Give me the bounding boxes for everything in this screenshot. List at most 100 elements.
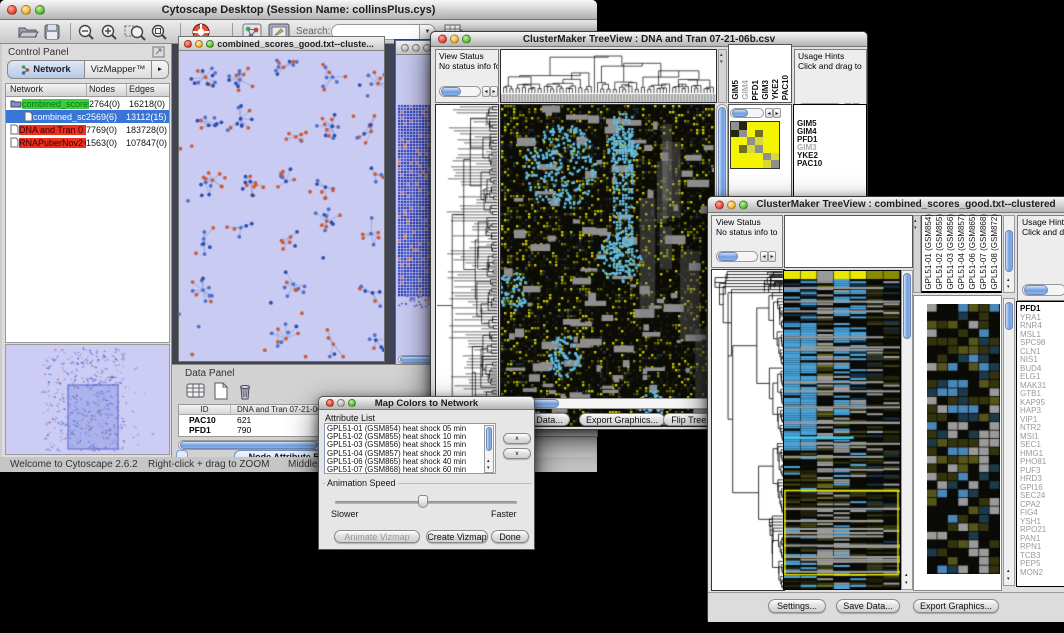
matrix-cell[interactable] (747, 145, 755, 153)
minimize-icon[interactable] (21, 5, 31, 15)
tv1-gene-tree-panel[interactable] (435, 104, 499, 427)
tv1-matrix-scroll-arrows[interactable]: ◂▸ (765, 108, 781, 118)
matrix-cell[interactable] (739, 153, 747, 161)
matrix-cell[interactable] (763, 122, 771, 130)
matrix-cell[interactable] (755, 145, 763, 153)
matrix-cell[interactable] (747, 130, 755, 138)
close-icon[interactable] (184, 40, 192, 48)
matrix-cell[interactable] (771, 122, 779, 130)
tv1-array-tree-panel[interactable] (500, 49, 717, 103)
dialog-titlebar[interactable]: Map Colors to Network (319, 397, 534, 410)
matrix-cell[interactable] (739, 145, 747, 153)
tv1-status-scroll-arrows[interactable]: ◂▸ (482, 86, 498, 97)
matrix-cell[interactable] (771, 153, 779, 161)
tab-overflow-button[interactable]: ► (152, 60, 169, 79)
matrix-cell[interactable] (763, 145, 771, 153)
minimize-icon[interactable] (727, 200, 736, 209)
tv1-correlation-matrix[interactable] (730, 121, 780, 169)
close-icon[interactable] (401, 44, 409, 52)
main-titlebar[interactable]: Cytoscape Desktop (Session Name: collins… (0, 0, 597, 20)
slider-thumb[interactable] (418, 495, 428, 508)
matrix-cell[interactable] (771, 145, 779, 153)
attribute-list-vscrollbar[interactable]: ▴ ▾ (484, 425, 494, 473)
matrix-cell[interactable] (731, 130, 739, 138)
network-tree-row[interactable]: RNAPuberNov2+ 1563(0) 107847(0) (6, 136, 169, 149)
network-view-window-1[interactable]: combined_scores_good.txt--cluste... (178, 36, 385, 362)
zoom-icon[interactable] (35, 5, 45, 15)
zoom-out-icon[interactable] (77, 23, 96, 41)
matrix-cell[interactable] (747, 122, 755, 130)
matrix-cell[interactable] (763, 160, 771, 168)
matrix-cell[interactable] (763, 137, 771, 145)
zoom-selected-icon[interactable] (124, 23, 146, 41)
tv1-column-label[interactable]: GIM3 (761, 80, 770, 100)
tab-vizmapper[interactable]: VizMapper™ (85, 60, 152, 79)
matrix-cell[interactable] (731, 145, 739, 153)
tv2-gene-labels-panel[interactable]: PFD1YRA1RNR4MSL1SPC98CLN1NIS1BUD4ELG1MAK… (1016, 301, 1064, 587)
matrix-cell[interactable] (747, 153, 755, 161)
matrix-cell[interactable] (731, 160, 739, 168)
tv1-column-label[interactable]: PFD1 (751, 80, 760, 100)
minimize-icon[interactable] (412, 44, 420, 52)
zoom-icon[interactable] (462, 35, 471, 44)
network-list-header[interactable]: Network Nodes Edges (6, 84, 169, 97)
tv1-column-labels-panel[interactable]: GIM5GIM4PFD1GIM3YKE2PAC10 (728, 44, 792, 103)
matrix-cell[interactable] (763, 153, 771, 161)
tv1-matrix-hscrollbar[interactable] (730, 108, 764, 118)
window-controls[interactable] (326, 399, 356, 407)
tv2-gene-label[interactable]: MON2 (1020, 569, 1064, 578)
tv2-summary-heatmap[interactable] (927, 304, 1000, 574)
tv2-column-label[interactable]: GPL51-07 (GSM868) (979, 214, 988, 290)
attribute-list[interactable]: GPL51-01 (GSM854) heat shock 05 minGPL51… (324, 423, 496, 474)
tv2-column-label[interactable]: GPL51-01 (GSM854) (924, 214, 933, 290)
minimize-icon[interactable] (195, 40, 203, 48)
close-icon[interactable] (326, 399, 334, 407)
matrix-cell[interactable] (755, 153, 763, 161)
tv1-button-export-graphics-[interactable]: Export Graphics... (579, 413, 665, 426)
tv2-column-labels-panel[interactable]: GPL51-01 (GSM854)GPL51-02 (GSM855)GPL51-… (921, 215, 1002, 293)
matrix-cell[interactable] (731, 137, 739, 145)
minimize-icon[interactable] (337, 399, 345, 407)
move-up-button[interactable]: ∧ (503, 433, 531, 444)
tv2-gene-tree-panel[interactable] (711, 269, 785, 591)
network-overview-canvas[interactable] (6, 345, 169, 454)
tv1-column-label[interactable]: GIM4 (741, 80, 750, 100)
create-vizmap-button[interactable]: Create Vizmap (426, 530, 488, 543)
matrix-cell[interactable] (771, 137, 779, 145)
matrix-cell[interactable] (755, 160, 763, 168)
zoom-fit-icon[interactable] (150, 23, 169, 41)
save-data-button[interactable]: Save Data... (836, 599, 900, 613)
network-overview-panel[interactable] (5, 344, 170, 455)
tv2-status-scroll-arrows[interactable]: ◂▸ (760, 251, 776, 262)
settings-button[interactable]: Settings... (768, 599, 826, 613)
window-controls[interactable] (401, 44, 431, 52)
tv2-array-tree-panel[interactable] (784, 215, 913, 268)
matrix-cell[interactable] (739, 130, 747, 138)
attribute-list-item[interactable]: GPL51-07 (GSM868) heat shock 60 min (327, 466, 495, 474)
network-tree-row[interactable]: combined_sco 2569(6) 13112(15) (6, 110, 169, 123)
save-icon[interactable] (43, 23, 61, 41)
tv2-titlebar[interactable]: ClusterMaker TreeView : combined_scores_… (708, 197, 1064, 213)
animate-vizmap-button[interactable]: Animate Vizmap (334, 530, 420, 543)
close-icon[interactable] (7, 5, 17, 15)
tv2-column-label[interactable]: GPL51-03 (GSM856) (946, 214, 955, 290)
tv1-column-label[interactable]: YKE2 (771, 79, 780, 100)
tv1-status-hscrollbar[interactable] (439, 86, 481, 97)
network-tree-row[interactable]: DNA and Tran 0 7769(0) 183728(0) (6, 123, 169, 136)
matrix-cell[interactable] (739, 122, 747, 130)
matrix-cell[interactable] (771, 160, 779, 168)
matrix-cell[interactable] (731, 153, 739, 161)
matrix-cell[interactable] (747, 160, 755, 168)
tv1-column-label[interactable]: GIM5 (731, 80, 740, 100)
tv2-col-scroll-strip[interactable]: ▴ ▾ (913, 215, 921, 293)
matrix-cell[interactable] (731, 122, 739, 130)
zoom-icon[interactable] (739, 200, 748, 209)
table-icon[interactable] (186, 382, 206, 400)
col-id[interactable]: ID (179, 405, 231, 414)
window-controls[interactable] (715, 200, 748, 209)
trash-icon[interactable] (236, 382, 254, 400)
tv2-column-label[interactable]: GPL51-02 (GSM855) (935, 214, 944, 290)
tv2-heatmap-vscrollbar[interactable]: ▴ ▾ (901, 270, 913, 590)
tab-network[interactable]: Network (7, 60, 85, 79)
tv2-heatmap-panel[interactable] (783, 270, 901, 590)
